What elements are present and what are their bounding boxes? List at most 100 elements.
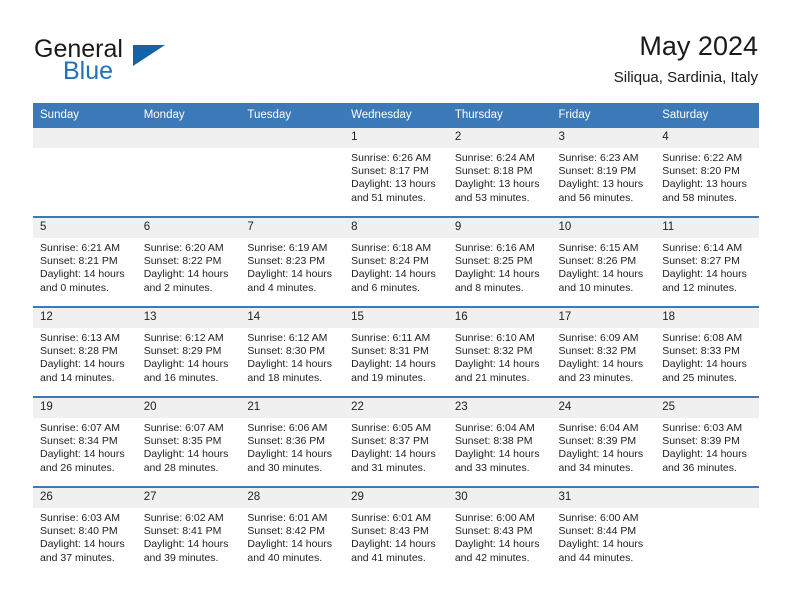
calendar-day-cell[interactable]: 11 Sunrise: 6:14 AM Sunset: 8:27 PM Dayligh… bbox=[655, 216, 759, 307]
page-header: General Blue May 2024 Siliqua, Sardinia,… bbox=[34, 30, 758, 100]
daylight-text-line2: and 25 minutes. bbox=[662, 371, 737, 384]
sunset-text: Sunset: 8:38 PM bbox=[454, 435, 533, 448]
day-details: Sunrise: 6:00 AM Sunset: 8:44 PM Daylight:… bbox=[552, 508, 656, 565]
weekday-header: Sunday Monday Tuesday Wednesday Thursday… bbox=[33, 103, 759, 128]
calendar-cell-empty bbox=[655, 486, 759, 576]
daylight-text-line2: and 0 minutes. bbox=[40, 281, 109, 294]
sunset-text: Sunset: 8:43 PM bbox=[454, 525, 533, 538]
calendar-body: 1 Sunrise: 6:26 AM Sunset: 8:17 PM Daylight… bbox=[33, 128, 759, 576]
daylight-text-line1: Daylight: 14 hours bbox=[662, 358, 747, 371]
daylight-text-line1: Daylight: 14 hours bbox=[558, 358, 644, 371]
calendar-day-cell[interactable]: 24 Sunrise: 6:04 AM Sunset: 8:39 PM Dayligh… bbox=[551, 396, 656, 487]
daylight-text-line1: Daylight: 14 hours bbox=[247, 448, 333, 461]
daylight-text-line1: Daylight: 14 hours bbox=[143, 538, 229, 551]
calendar-day-cell[interactable]: 23 Sunrise: 6:04 AM Sunset: 8:38 PM Dayligh… bbox=[447, 396, 552, 487]
calendar-week-row: 5 Sunrise: 6:21 AM Sunset: 8:21 PM Daylight… bbox=[33, 216, 759, 307]
day-details: Sunrise: 6:04 AM Sunset: 8:39 PM Daylight:… bbox=[552, 418, 656, 475]
daylight-text-line2: and 28 minutes. bbox=[143, 461, 219, 474]
daylight-text-line1: Daylight: 14 hours bbox=[454, 538, 540, 551]
calendar-day-cell[interactable]: 31 Sunrise: 6:00 AM Sunset: 8:44 PM Dayligh… bbox=[551, 486, 656, 576]
calendar-day-cell[interactable]: 16 Sunrise: 6:10 AM Sunset: 8:32 PM Dayligh… bbox=[447, 306, 552, 397]
day-number: 2 bbox=[447, 128, 552, 148]
daylight-text-line2: and 12 minutes. bbox=[662, 281, 737, 294]
day-number: 9 bbox=[447, 218, 552, 238]
calendar-header-row: Sunday Monday Tuesday Wednesday Thursday… bbox=[33, 103, 759, 128]
calendar-week-row: 19 Sunrise: 6:07 AM Sunset: 8:34 PM Dayligh… bbox=[33, 396, 759, 487]
calendar-day-cell[interactable]: 1 Sunrise: 6:26 AM Sunset: 8:17 PM Daylight… bbox=[344, 128, 448, 217]
daylight-text-line2: and 37 minutes. bbox=[40, 551, 115, 564]
day-number: 7 bbox=[240, 218, 345, 238]
sunrise-text: Sunrise: 6:03 AM bbox=[40, 512, 120, 524]
sunrise-text: Sunrise: 6:15 AM bbox=[558, 242, 639, 254]
daylight-text-line2: and 19 minutes. bbox=[351, 371, 426, 384]
daylight-text-line1: Daylight: 14 hours bbox=[351, 448, 436, 461]
calendar-day-cell[interactable]: 17 Sunrise: 6:09 AM Sunset: 8:32 PM Dayligh… bbox=[551, 306, 656, 397]
sunset-text: Sunset: 8:17 PM bbox=[351, 165, 429, 178]
calendar-day-cell[interactable]: 12 Sunrise: 6:13 AM Sunset: 8:28 PM Dayligh… bbox=[33, 306, 137, 397]
day-number: 21 bbox=[240, 398, 345, 418]
calendar-cell-empty bbox=[136, 128, 241, 217]
calendar-day-cell[interactable]: 21 Sunrise: 6:06 AM Sunset: 8:36 PM Dayligh… bbox=[240, 396, 345, 487]
calendar-day-cell[interactable]: 3 Sunrise: 6:23 AM Sunset: 8:19 PM Daylight… bbox=[551, 128, 656, 217]
calendar-day-cell[interactable]: 6 Sunrise: 6:20 AM Sunset: 8:22 PM Daylight… bbox=[136, 216, 241, 307]
daylight-text-line1: Daylight: 14 hours bbox=[558, 538, 644, 551]
calendar-day-cell[interactable]: 20 Sunrise: 6:07 AM Sunset: 8:35 PM Dayligh… bbox=[136, 396, 241, 487]
sunset-text: Sunset: 8:34 PM bbox=[40, 435, 118, 448]
sunrise-text: Sunrise: 6:09 AM bbox=[558, 332, 639, 344]
calendar-day-cell[interactable]: 4 Sunrise: 6:22 AM Sunset: 8:20 PM Daylight… bbox=[655, 128, 759, 217]
sunset-text: Sunset: 8:32 PM bbox=[558, 345, 637, 358]
logo-text-blue: Blue bbox=[63, 57, 114, 85]
calendar-day-cell[interactable]: 14 Sunrise: 6:12 AM Sunset: 8:30 PM Dayligh… bbox=[240, 306, 345, 397]
calendar-day-cell[interactable]: 15 Sunrise: 6:11 AM Sunset: 8:31 PM Dayligh… bbox=[344, 306, 448, 397]
sunset-text: Sunset: 8:36 PM bbox=[247, 435, 326, 448]
calendar-day-cell[interactable]: 30 Sunrise: 6:00 AM Sunset: 8:43 PM Dayligh… bbox=[447, 486, 552, 576]
day-details: Sunrise: 6:13 AM Sunset: 8:28 PM Daylight:… bbox=[33, 328, 137, 385]
calendar-day-cell[interactable]: 28 Sunrise: 6:01 AM Sunset: 8:42 PM Dayligh… bbox=[240, 486, 345, 576]
sunset-text: Sunset: 8:42 PM bbox=[247, 525, 326, 538]
sunrise-text: Sunrise: 6:26 AM bbox=[351, 152, 432, 164]
day-details: Sunrise: 6:20 AM Sunset: 8:22 PM Daylight:… bbox=[137, 238, 241, 295]
sunrise-text: Sunrise: 6:06 AM bbox=[247, 422, 328, 434]
day-details: Sunrise: 6:07 AM Sunset: 8:35 PM Daylight:… bbox=[137, 418, 241, 475]
day-details: Sunrise: 6:03 AM Sunset: 8:40 PM Daylight:… bbox=[33, 508, 137, 565]
calendar-day-cell[interactable]: 13 Sunrise: 6:12 AM Sunset: 8:29 PM Dayligh… bbox=[136, 306, 241, 397]
day-number: 27 bbox=[136, 488, 241, 508]
day-number: 17 bbox=[551, 308, 656, 328]
daylight-text-line2: and 41 minutes. bbox=[351, 551, 426, 564]
calendar-day-cell[interactable]: 2 Sunrise: 6:24 AM Sunset: 8:18 PM Daylight… bbox=[447, 128, 552, 217]
calendar-day-cell[interactable]: 9 Sunrise: 6:16 AM Sunset: 8:25 PM Daylight… bbox=[447, 216, 552, 307]
weekday-monday: Monday bbox=[136, 103, 241, 128]
calendar-day-cell[interactable]: 7 Sunrise: 6:19 AM Sunset: 8:23 PM Daylight… bbox=[240, 216, 345, 307]
calendar-day-cell[interactable]: 18 Sunrise: 6:08 AM Sunset: 8:33 PM Dayligh… bbox=[655, 306, 759, 397]
sunset-text: Sunset: 8:41 PM bbox=[143, 525, 222, 538]
sunrise-text: Sunrise: 6:05 AM bbox=[351, 422, 432, 434]
calendar-day-cell[interactable]: 19 Sunrise: 6:07 AM Sunset: 8:34 PM Dayligh… bbox=[33, 396, 137, 487]
calendar-day-cell[interactable]: 22 Sunrise: 6:05 AM Sunset: 8:37 PM Dayligh… bbox=[344, 396, 448, 487]
daylight-text-line2: and 33 minutes. bbox=[454, 461, 530, 474]
calendar-day-cell[interactable]: 5 Sunrise: 6:21 AM Sunset: 8:21 PM Daylight… bbox=[33, 216, 137, 307]
daylight-text-line1: Daylight: 14 hours bbox=[454, 448, 540, 461]
calendar-table: Sunday Monday Tuesday Wednesday Thursday… bbox=[33, 103, 759, 576]
daylight-text-line2: and 51 minutes. bbox=[351, 191, 426, 204]
calendar-day-cell[interactable]: 26 Sunrise: 6:03 AM Sunset: 8:40 PM Dayligh… bbox=[33, 486, 137, 576]
calendar-day-cell[interactable]: 10 Sunrise: 6:15 AM Sunset: 8:26 PM Dayligh… bbox=[551, 216, 656, 307]
daylight-text-line1: Daylight: 14 hours bbox=[558, 268, 644, 281]
sunrise-text: Sunrise: 6:19 AM bbox=[247, 242, 328, 254]
general-blue-logo[interactable]: General Blue bbox=[34, 35, 274, 95]
daylight-text-line2: and 10 minutes. bbox=[558, 281, 634, 294]
daylight-text-line1: Daylight: 14 hours bbox=[454, 268, 540, 281]
day-number: 1 bbox=[344, 128, 448, 148]
calendar-day-cell[interactable]: 8 Sunrise: 6:18 AM Sunset: 8:24 PM Daylight… bbox=[344, 216, 448, 307]
calendar-day-cell[interactable]: 27 Sunrise: 6:02 AM Sunset: 8:41 PM Dayligh… bbox=[136, 486, 241, 576]
day-details: Sunrise: 6:12 AM Sunset: 8:29 PM Daylight:… bbox=[137, 328, 241, 385]
sunset-text: Sunset: 8:18 PM bbox=[454, 165, 533, 178]
day-details: Sunrise: 6:24 AM Sunset: 8:18 PM Daylight:… bbox=[448, 148, 552, 205]
calendar-week-row: 12 Sunrise: 6:13 AM Sunset: 8:28 PM Dayligh… bbox=[33, 306, 759, 397]
day-details: Sunrise: 6:02 AM Sunset: 8:41 PM Daylight:… bbox=[137, 508, 241, 565]
calendar-day-cell[interactable]: 25 Sunrise: 6:03 AM Sunset: 8:39 PM Dayligh… bbox=[655, 396, 759, 487]
day-number: 31 bbox=[551, 488, 656, 508]
day-number: 29 bbox=[344, 488, 448, 508]
calendar-day-cell[interactable]: 29 Sunrise: 6:01 AM Sunset: 8:43 PM Dayligh… bbox=[344, 486, 448, 576]
day-details: Sunrise: 6:15 AM Sunset: 8:26 PM Daylight:… bbox=[552, 238, 656, 295]
daylight-text-line1: Daylight: 14 hours bbox=[40, 358, 125, 371]
